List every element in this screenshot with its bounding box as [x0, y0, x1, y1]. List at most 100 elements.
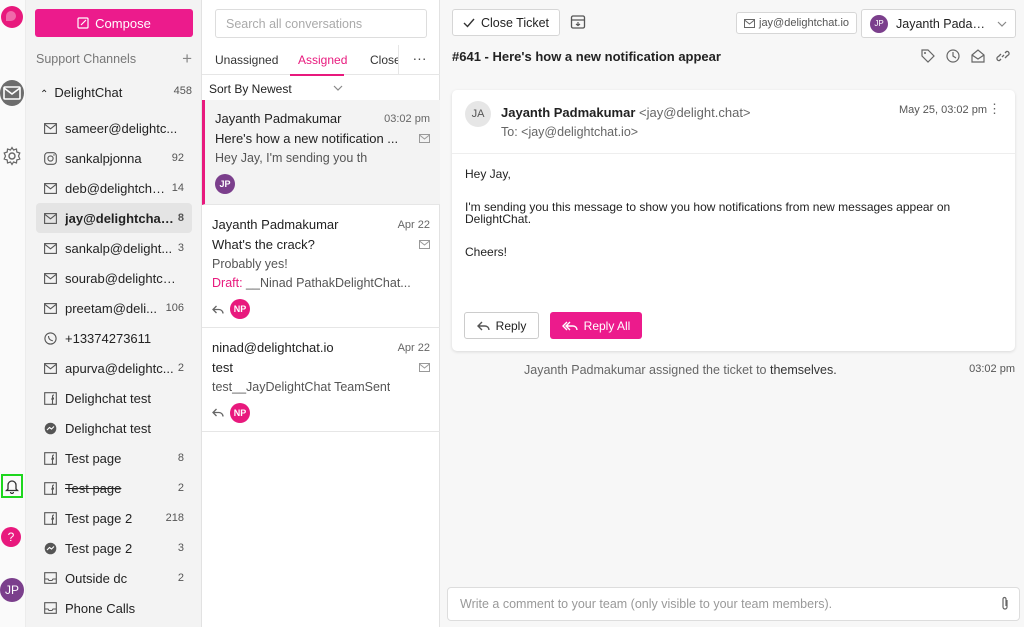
sidebar-item-channel[interactable]: apurva@delightc... 2	[36, 353, 192, 383]
thread-date: 03:02 pm	[384, 112, 430, 125]
draft-text: __Ninad PathakDelightChat...	[242, 276, 411, 291]
section-title: Support Channels	[36, 52, 137, 66]
sidebar-item-channel[interactable]: Test page 2 3	[36, 533, 192, 563]
tab-assigned[interactable]: Assigned	[298, 53, 347, 67]
check-icon	[463, 18, 475, 28]
sidebar-item-channel[interactable]: Outside dc 2	[36, 563, 192, 593]
message-body: Hey Jay, I'm sending you this message to…	[452, 154, 1015, 258]
assignee-dropdown[interactable]: JP Jayanth Padam...	[861, 9, 1016, 38]
support-channels-header: Support Channels +	[36, 50, 192, 67]
compose-button[interactable]: Compose	[35, 9, 193, 37]
sidebar-item-channel[interactable]: sankalp@delight... 3	[36, 233, 192, 263]
facebook-icon	[43, 511, 57, 525]
assignee-badge: JP	[215, 173, 235, 194]
conversation-list-panel: Search all conversations Unassigned Assi…	[202, 0, 440, 627]
app-rail: ? JP	[0, 0, 26, 627]
activity-text: Jayanth Padmakumar assigned the ticket t…	[524, 363, 767, 377]
sort-label: Sort By Newest	[209, 82, 292, 96]
conversation-item[interactable]: Jayanth Padmakumar 03:02 pm Here's how a n…	[202, 100, 440, 205]
link-icon[interactable]	[995, 48, 1011, 64]
sidebar-item-channel[interactable]: preetam@deli... 106	[36, 293, 192, 323]
facebook-icon	[43, 481, 57, 495]
mail-icon	[419, 133, 430, 143]
inbox-icon[interactable]	[0, 80, 24, 106]
tag-icon[interactable]	[920, 48, 936, 64]
conversation-item[interactable]: Jayanth Padmakumar Apr 22 What's the crack…	[202, 205, 440, 328]
sidebar-item-channel[interactable]: Delighchat test	[36, 413, 192, 443]
thread-date: Apr 22	[397, 218, 430, 231]
delightchat-logo[interactable]	[1, 6, 23, 28]
reply-button[interactable]: Reply	[464, 312, 539, 339]
ticket-view: Close Ticket jay@delightchat.io JP Jayan…	[440, 0, 1024, 627]
channel-name: Test page	[65, 450, 122, 466]
team-comment-input[interactable]: Write a comment to your team (only visib…	[447, 587, 1020, 621]
tab-closed[interactable]: Closed	[370, 53, 398, 67]
reply-icon	[476, 321, 490, 330]
mail-icon	[43, 181, 57, 195]
body-line: Hey Jay,	[465, 167, 511, 181]
sidebar-item-channel[interactable]: +13374273611	[36, 323, 192, 353]
sort-dropdown[interactable]: Sort By Newest	[209, 82, 439, 96]
snooze-icon[interactable]	[945, 48, 961, 64]
assignee-avatar: JP	[870, 14, 888, 33]
sidebar-item-channel[interactable]: sameer@delightc...	[36, 113, 192, 143]
help-icon[interactable]: ?	[1, 527, 21, 547]
channel-count: 92	[171, 152, 184, 164]
archive-icon[interactable]	[570, 14, 586, 30]
reply-all-icon	[561, 321, 578, 330]
message-header: JA Jayanth Padmakumar <jay@delight.chat>…	[452, 90, 1015, 154]
sidebar-item-channel[interactable]: deb@delightcha... 14	[36, 173, 192, 203]
sidebar-item-channel[interactable]: sankalpjonna 92	[36, 143, 192, 173]
gear-icon[interactable]	[2, 146, 22, 169]
inbox-icon	[43, 571, 57, 585]
channel-group-delightchat[interactable]: ⌃ DelightChat 458	[40, 85, 192, 100]
chevron-up-icon: ⌃	[40, 89, 49, 100]
channel-count: 2	[177, 362, 184, 374]
activity-log: Jayanth Padmakumar assigned the ticket t…	[524, 363, 837, 377]
bell-icon[interactable]	[1, 474, 23, 498]
sidebar-item-channel[interactable]: Delighchat test	[36, 383, 192, 413]
reply-all-button[interactable]: Reply All	[550, 312, 642, 339]
tab-unassigned[interactable]: Unassigned	[215, 53, 278, 67]
channel-name: Outside dc	[65, 570, 128, 586]
sidebar-item-channel[interactable]: Test page 2 218	[36, 503, 192, 533]
sidebar-item-channel[interactable]: Phone Calls	[36, 593, 192, 623]
comment-placeholder: Write a comment to your team (only visib…	[460, 597, 833, 611]
channel-name: Test page 2	[65, 510, 133, 526]
add-channel-icon[interactable]: +	[182, 50, 192, 67]
avatar[interactable]: JP	[0, 578, 24, 602]
sidebar-item-channel[interactable]: Test page 8	[36, 443, 192, 473]
sidebar-item-channel[interactable]: sourab@delightch...	[36, 263, 192, 293]
thread-subject: What's the crack?	[212, 236, 315, 252]
reply-icon	[212, 305, 224, 314]
channel-name: sameer@delightc...	[65, 120, 178, 136]
sidebar-item-channel[interactable]: Test page 2	[36, 473, 192, 503]
ticket-title: #641 - Here's how a new notification app…	[452, 49, 721, 64]
message-date: May 25, 03:02 pm	[898, 104, 987, 116]
channel-count: 14	[171, 182, 184, 194]
thread-preview: test__JayDelightChat TeamSent	[212, 379, 391, 394]
mail-icon	[43, 211, 57, 225]
close-ticket-button[interactable]: Close Ticket	[452, 9, 560, 36]
channel-name: preetam@deli...	[65, 300, 157, 316]
recipient: To: <jay@delightchat.io>	[501, 125, 639, 139]
channel-name: Test page 2	[65, 540, 133, 556]
channel-count: 8	[177, 212, 184, 224]
message-actions: Reply Reply All	[464, 312, 642, 339]
attachment-icon[interactable]	[1000, 596, 1010, 612]
thread-subject: test	[212, 359, 233, 375]
more-tabs-button[interactable]: ···	[398, 45, 440, 75]
channel-count: 3	[177, 542, 184, 554]
kebab-menu-icon[interactable]: ⋮	[988, 101, 1001, 117]
close-ticket-label: Close Ticket	[480, 15, 550, 30]
channel-count: 2	[177, 572, 184, 584]
sidebar-item-channel[interactable]: jay@delightchat.io 8	[36, 203, 192, 233]
assignee-badge: NP	[230, 402, 250, 423]
conversation-item[interactable]: ninad@delightchat.io Apr 22 test test__JayD…	[202, 328, 440, 432]
open-mail-icon[interactable]	[970, 48, 986, 64]
mail-icon	[43, 301, 57, 315]
messenger-icon	[43, 541, 57, 555]
group-name: ⌃ DelightChat	[40, 85, 123, 100]
group-count: 458	[173, 85, 192, 97]
search-input[interactable]: Search all conversations	[215, 9, 427, 38]
